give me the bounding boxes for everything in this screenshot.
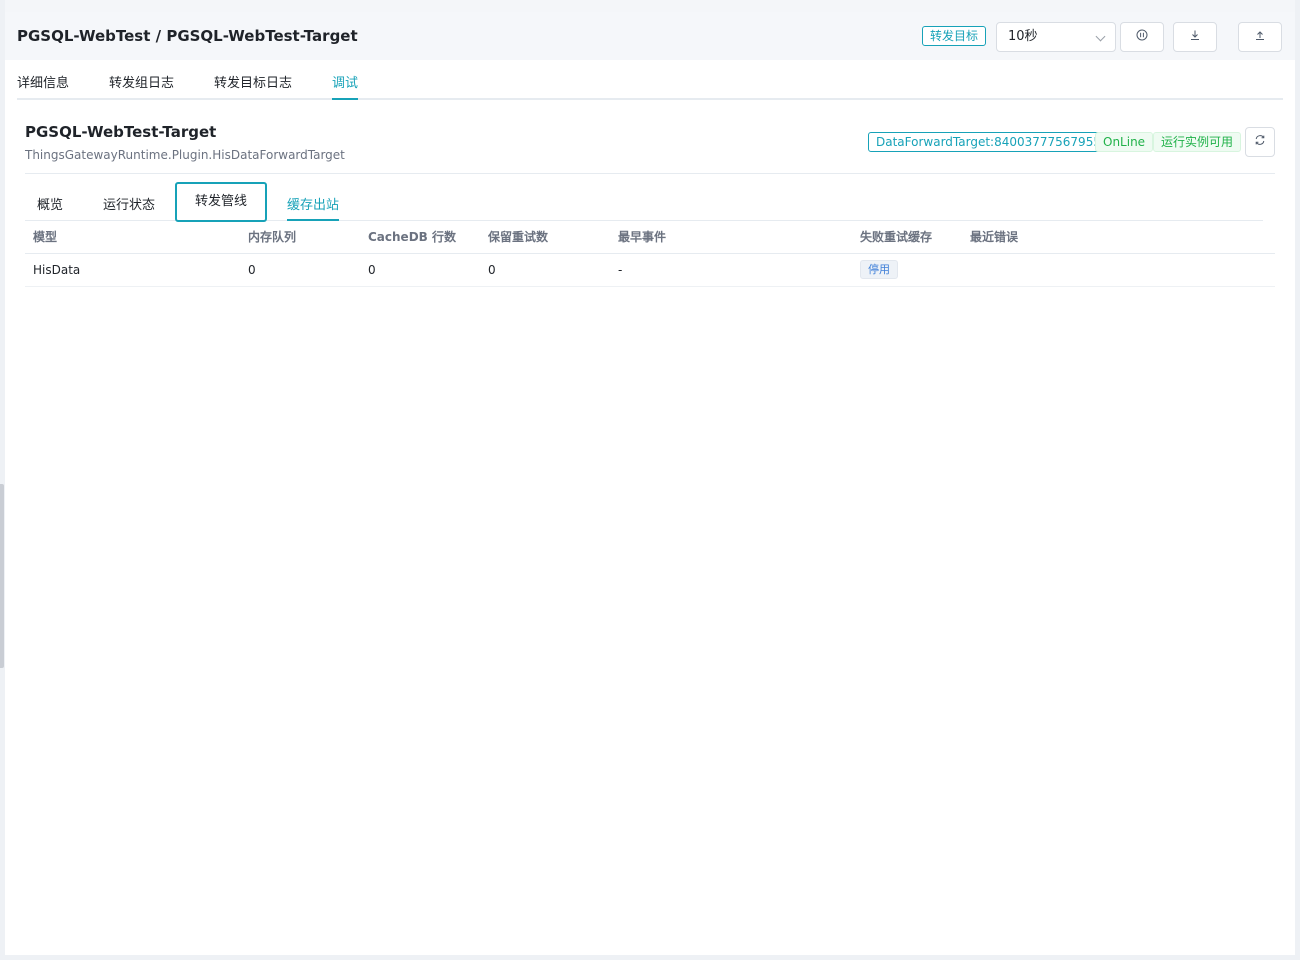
refresh-interval-value: 10秒 — [1008, 29, 1038, 44]
col-header-cachedb-rows: CacheDB 行数 — [360, 221, 480, 254]
upload-icon — [1254, 29, 1266, 44]
col-header-failed-retry-cache: 失败重试缓存 — [852, 221, 962, 254]
tab-target-log[interactable]: 转发目标日志 — [214, 72, 292, 91]
target-name: PGSQL-WebTest-Target — [25, 123, 217, 141]
debug-subtabs: 概览 运行状态 转发管线 缓存出站 — [25, 182, 1263, 222]
target-plugin-class: ThingsGatewayRuntime.Plugin.HisDataForwa… — [25, 148, 345, 162]
cell-retained-retries: 0 — [480, 253, 610, 287]
cell-failed-retry-cache: 停用 — [852, 253, 962, 287]
col-header-retained-retries: 保留重试数 — [480, 221, 610, 254]
tab-details[interactable]: 详细信息 — [17, 72, 69, 91]
tab-group-log[interactable]: 转发组日志 — [109, 72, 174, 91]
disabled-badge: 停用 — [860, 260, 898, 279]
download-button[interactable] — [1173, 22, 1217, 52]
subtab-cache-outbound[interactable]: 缓存出站 — [287, 194, 340, 221]
refresh-icon — [1254, 134, 1266, 149]
cell-memory-queue: 0 — [240, 253, 360, 287]
left-edge — [0, 0, 4, 960]
section-divider — [25, 173, 1275, 174]
subtab-runtime-status[interactable]: 运行状态 — [103, 194, 155, 213]
reload-button[interactable] — [1245, 127, 1275, 157]
left-scroll-handle[interactable] — [0, 484, 4, 668]
col-header-memory-queue: 内存队列 — [240, 221, 360, 254]
table-row: HisData 0 0 0 - 停用 — [25, 253, 1275, 287]
download-icon — [1189, 29, 1201, 44]
target-id-badge: DataForwardTarget:840037775679557 — [868, 132, 1117, 152]
table-header-row: 模型 内存队列 CacheDB 行数 保留重试数 最早事件 失败重试缓存 最近错… — [25, 221, 1275, 254]
status-badge: OnLine — [1095, 132, 1154, 152]
subtab-forward-pipeline[interactable]: 转发管线 — [175, 182, 267, 222]
col-header-earliest-event: 最早事件 — [610, 221, 852, 254]
subtab-overview[interactable]: 概览 — [37, 194, 63, 213]
page-header: PGSQL-WebTest / PGSQL-WebTest-Target 转发目… — [5, 12, 1295, 60]
upload-button[interactable] — [1238, 22, 1282, 52]
col-header-last-error: 最近错误 — [962, 221, 1275, 254]
type-tag: 转发目标 — [922, 26, 987, 46]
chevron-down-icon — [1095, 31, 1106, 42]
refresh-interval-select[interactable]: 10秒 — [996, 22, 1116, 52]
pause-button[interactable] — [1120, 22, 1164, 52]
cache-outbound-table: 模型 内存队列 CacheDB 行数 保留重试数 最早事件 失败重试缓存 最近错… — [25, 221, 1275, 287]
col-header-model: 模型 — [25, 221, 240, 254]
cell-last-error — [962, 253, 1275, 287]
cell-earliest-event: - — [610, 253, 852, 287]
main-tabs: 详细信息 转发组日志 转发目标日志 调试 — [17, 60, 1283, 100]
tab-debug[interactable]: 调试 — [332, 72, 359, 100]
cell-model: HisData — [25, 253, 240, 287]
top-strip — [5, 0, 1295, 12]
cell-cachedb-rows: 0 — [360, 253, 480, 287]
pause-icon — [1136, 29, 1148, 44]
main-panel: PGSQL-WebTest / PGSQL-WebTest-Target 转发目… — [5, 0, 1295, 955]
instance-available-badge: 运行实例可用 — [1153, 132, 1242, 152]
page-title: PGSQL-WebTest / PGSQL-WebTest-Target — [17, 27, 358, 45]
